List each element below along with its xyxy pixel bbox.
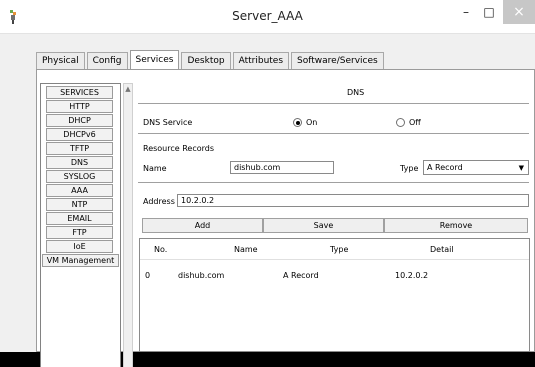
tab-physical[interactable]: Physical <box>36 52 85 69</box>
type-label: Type <box>400 164 419 173</box>
cell-name: dishub.com <box>178 271 225 280</box>
add-button[interactable]: Add <box>142 218 263 233</box>
dns-off-radio[interactable] <box>396 118 405 127</box>
service-item-vm-management[interactable]: VM Management <box>42 254 119 267</box>
cell-detail: 10.2.0.2 <box>395 271 429 280</box>
column-header-no: No. <box>154 245 168 254</box>
address-input[interactable]: 10.2.0.2 <box>177 194 529 207</box>
type-select[interactable]: A Record ▼ <box>423 160 529 175</box>
service-item-ntp[interactable]: NTP <box>46 198 113 211</box>
column-header-type: Type <box>330 245 349 254</box>
tab-bar: Physical Config Services Desktop Attribu… <box>36 50 386 70</box>
dns-off-label: Off <box>409 118 421 127</box>
tab-services[interactable]: Services <box>129 50 180 69</box>
minimize-button[interactable]: – <box>455 0 477 24</box>
divider <box>138 182 529 183</box>
dns-panel-title: DNS <box>347 88 365 97</box>
maximize-button[interactable]: □ <box>478 0 500 24</box>
column-header-detail: Detail <box>430 245 454 254</box>
services-scrollbar[interactable]: ▲ <box>123 83 133 367</box>
service-item-http[interactable]: HTTP <box>46 100 113 113</box>
server-window: Server_AAA – □ × Physical Config Service… <box>0 0 535 367</box>
dns-service-label: DNS Service <box>143 118 193 127</box>
scroll-up-icon[interactable]: ▲ <box>124 84 132 94</box>
dns-on-radio[interactable] <box>293 118 302 127</box>
service-item-email[interactable]: EMAIL <box>46 212 113 225</box>
remove-button[interactable]: Remove <box>384 218 528 233</box>
cell-type: A Record <box>283 271 319 280</box>
service-item-dhcpv6[interactable]: DHCPv6 <box>46 128 113 141</box>
tab-desktop[interactable]: Desktop <box>181 52 231 69</box>
service-item-aaa[interactable]: AAA <box>46 184 113 197</box>
name-input[interactable]: dishub.com <box>230 161 334 174</box>
tab-attributes[interactable]: Attributes <box>232 52 290 69</box>
service-item-syslog[interactable]: SYSLOG <box>46 170 113 183</box>
dns-on-label: On <box>306 118 318 127</box>
table-header-divider <box>140 259 529 260</box>
column-header-name: Name <box>234 245 258 254</box>
resource-records-label: Resource Records <box>143 144 215 153</box>
save-button[interactable]: Save <box>263 218 384 233</box>
service-item-services[interactable]: SERVICES <box>46 86 113 99</box>
service-item-ftp[interactable]: FTP <box>46 226 113 239</box>
service-item-dhcp[interactable]: DHCP <box>46 114 113 127</box>
services-list: SERVICES HTTP DHCP DHCPv6 TFTP DNS SYSLO… <box>40 83 121 367</box>
tab-software-services[interactable]: Software/Services <box>291 52 384 69</box>
cell-no: 0 <box>145 271 151 280</box>
chevron-down-icon: ▼ <box>518 164 524 172</box>
service-item-ioe[interactable]: IoE <box>46 240 113 253</box>
divider <box>138 103 529 104</box>
address-label: Address <box>143 197 175 206</box>
name-label: Name <box>143 164 167 173</box>
close-button[interactable]: × <box>503 0 535 24</box>
tab-config[interactable]: Config <box>86 52 128 69</box>
service-item-tftp[interactable]: TFTP <box>46 142 113 155</box>
service-item-dns[interactable]: DNS <box>46 156 113 169</box>
title-bar: Server_AAA – □ × <box>0 0 535 34</box>
services-panel: SERVICES HTTP DHCP DHCPv6 TFTP DNS SYSLO… <box>36 69 535 367</box>
type-select-value: A Record <box>427 163 463 172</box>
divider <box>138 133 529 134</box>
dns-records-table: No. Name Type Detail 0 dishub.com A Reco… <box>139 238 530 352</box>
